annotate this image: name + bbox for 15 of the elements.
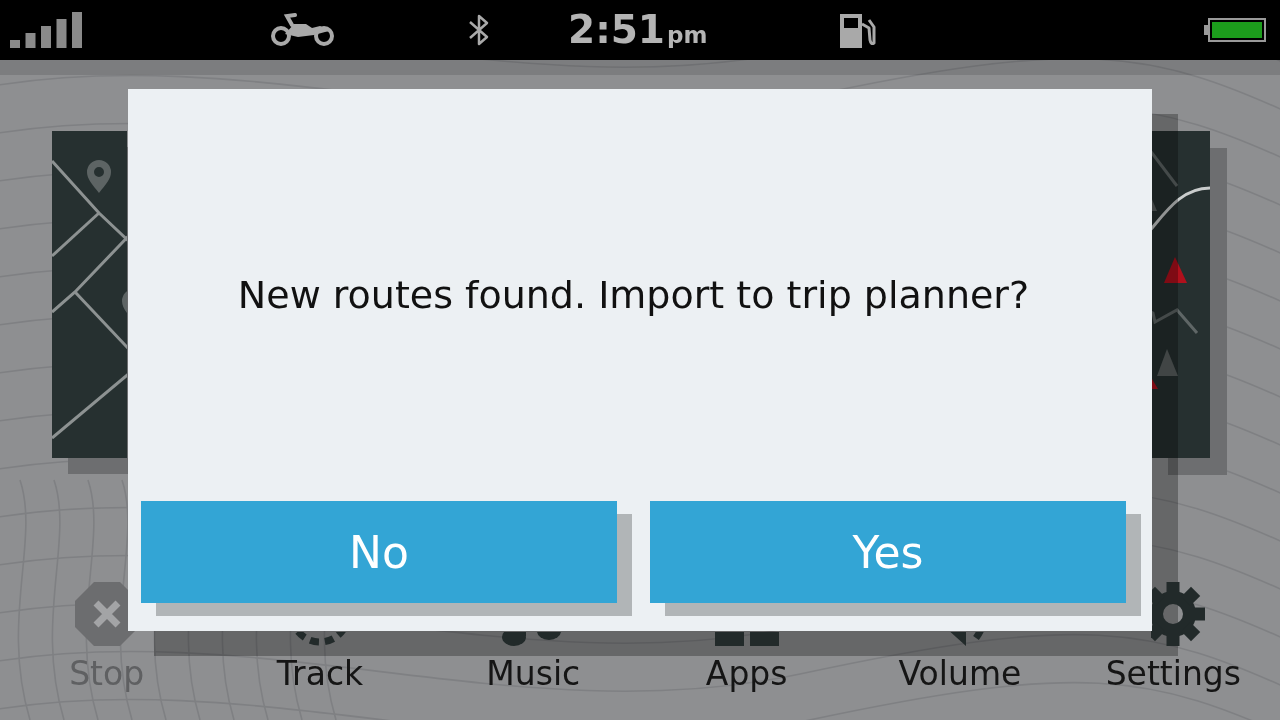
dock-button[interactable]: Track (276, 654, 364, 694)
clock-period: pm (667, 22, 708, 48)
dock-button[interactable]: Settings (1105, 654, 1241, 694)
dialog-message: New routes found. Import to trip planner? (237, 272, 1030, 318)
dock-button[interactable]: Music (486, 654, 581, 694)
fuel-pump-icon (838, 12, 878, 48)
motorcycle-icon (270, 13, 336, 47)
settings-icon (1151, 582, 1206, 646)
app-grid-icon (714, 632, 779, 646)
signal-strength-icon (10, 12, 82, 48)
clock-time: 2:51 (568, 8, 665, 52)
dock-button[interactable]: Apps (705, 654, 788, 694)
battery-icon (1204, 18, 1266, 42)
dock-button[interactable]: Volume (898, 654, 1022, 694)
bluetooth-icon (467, 13, 491, 47)
